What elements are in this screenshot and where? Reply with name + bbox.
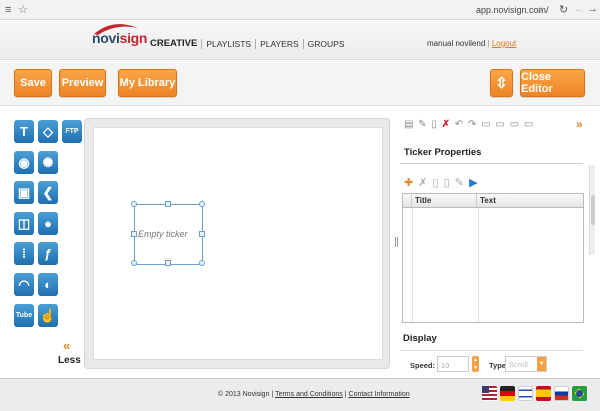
forward-icon[interactable]: → [587, 3, 598, 15]
shapes-widget-icon[interactable]: ● [38, 212, 58, 235]
nav-groups[interactable]: GROUPS [302, 39, 349, 49]
nav-playlists[interactable]: PLAYLISTS [201, 39, 255, 49]
ticker-widget-icon[interactable]: ⁞ [14, 242, 34, 265]
copyright: © 2013 Novisign [218, 391, 270, 398]
resize-handle[interactable] [199, 231, 205, 237]
ftp-widget-icon[interactable]: FTP [62, 120, 82, 143]
item-tool-icons[interactable]: ✗ ▯ ▯ ✎ [418, 177, 465, 189]
column-line [412, 208, 413, 322]
resize-handle[interactable] [199, 201, 205, 207]
back-icon[interactable]: ← [574, 3, 585, 15]
il-flag-icon[interactable] [518, 386, 533, 401]
page-footer: © 2013 Novisign | Terms and Conditions |… [0, 378, 600, 411]
resize-handle[interactable] [131, 231, 137, 237]
nav-players[interactable]: PLAYERS [255, 39, 303, 49]
editor-main: T ◇ FTP ◉ ✺ ▣ ❮ ◫ ● ⁞ ƒ ◠ ◐ Tube ☝ « Les… [0, 107, 600, 377]
less-arrows-icon[interactable]: « [63, 338, 70, 353]
us-flag-icon[interactable] [482, 386, 497, 401]
clock-widget-icon[interactable]: ◉ [14, 151, 34, 174]
speed-input[interactable]: 10 [437, 356, 469, 372]
user-separator: | [487, 39, 490, 48]
divider [400, 350, 583, 351]
address-bar-hash: # [538, 5, 544, 15]
menu-icon[interactable]: ≡ [5, 4, 11, 16]
speed-label: Speed: [410, 361, 436, 370]
nav-creative[interactable]: CREATIVE [150, 38, 201, 49]
panel-scrollbar[interactable] [589, 165, 595, 255]
footer-separator: | [271, 391, 274, 398]
3d-box-widget-icon[interactable]: ◇ [38, 120, 58, 143]
ticker-element[interactable]: Empty ticker [131, 201, 205, 266]
weather-widget-icon[interactable]: ✺ [38, 151, 58, 174]
edit-tools-icons[interactable]: ▤ ✎ ▯ [404, 119, 438, 130]
ticker-item-tools: ✚ ✗ ▯ ▯ ✎ ▶ [404, 176, 479, 189]
undo-redo-align-icons[interactable]: ↶ ↷ ▭ ▭ ▭ ▭ [455, 119, 534, 130]
type-selected-value: Scroll [509, 360, 528, 369]
es-flag-icon[interactable] [536, 386, 551, 401]
divider [400, 163, 583, 164]
user-area: manual novilend | Logout [427, 39, 516, 48]
contact-link[interactable]: Contact Information [349, 391, 410, 398]
fullscreen-icon[interactable]: ⇳ [490, 69, 513, 97]
collapse-panel-icon[interactable]: » [576, 117, 583, 131]
youtube-widget-icon[interactable]: Tube [14, 304, 34, 327]
properties-panel: ▤ ✎ ▯ ✗ ↶ ↷ ▭ ▭ ▭ ▭ » Ticker Properties … [400, 117, 595, 372]
canvas-frame [84, 118, 390, 369]
scrollbar-thumb[interactable] [591, 195, 595, 225]
de-flag-icon[interactable] [500, 386, 515, 401]
image-widget-icon[interactable]: ◫ [14, 212, 34, 235]
type-select[interactable]: Scroll ▼ [505, 356, 547, 372]
table-header-select [403, 194, 412, 208]
resize-handle[interactable] [199, 260, 205, 266]
resize-handle[interactable] [165, 260, 171, 266]
less-button[interactable]: Less [58, 355, 81, 366]
user-name: manual novilend [427, 39, 486, 48]
br-flag-icon[interactable] [572, 386, 587, 401]
main-nav: CREATIVE PLAYLISTS PLAYERS GROUPS [150, 38, 349, 49]
slideshow-widget-icon[interactable]: ❮ [38, 181, 58, 204]
footer-text: © 2013 Novisign | Terms and Conditions |… [218, 391, 410, 398]
close-editor-button[interactable]: Close Editor [520, 69, 585, 97]
browser-bar: ≡ ☆ app.novisign.com/ # ↻ ← → [0, 0, 600, 20]
edit-tools[interactable]: ▤ ✎ ▯ ✗ ↶ ↷ ▭ ▭ ▭ ▭ [404, 119, 534, 130]
resize-handle[interactable] [131, 260, 137, 266]
panel-splitter-icon[interactable] [395, 237, 398, 247]
my-library-button[interactable]: My Library [118, 69, 177, 97]
ticker-placeholder: Empty ticker [138, 229, 188, 239]
display-section-title: Display [403, 333, 437, 344]
preview-button[interactable]: Preview [59, 69, 106, 97]
app-header: novisign CREATIVE PLAYLISTS PLAYERS GROU… [0, 20, 600, 60]
table-header-title[interactable]: Title [412, 194, 477, 208]
chevron-down-icon[interactable]: ▼ [537, 357, 546, 371]
rss-widget-icon[interactable]: ◠ [14, 273, 34, 296]
resize-handle[interactable] [165, 201, 171, 207]
terms-link[interactable]: Terms and Conditions [275, 391, 343, 398]
speed-stepper[interactable]: ▲ ▼ [472, 356, 479, 372]
add-item-icon[interactable]: ✚ [404, 177, 414, 189]
save-button[interactable]: Save [14, 69, 52, 97]
video-widget-icon[interactable]: ▣ [14, 181, 34, 204]
bookmark-star-icon[interactable]: ☆ [18, 3, 28, 16]
delete-icon[interactable]: ✗ [442, 119, 451, 130]
footer-separator: | [344, 391, 347, 398]
web-widget-icon[interactable]: ◐ [38, 273, 58, 296]
logo-swoosh-icon [94, 24, 138, 35]
touch-widget-icon[interactable]: ☝ [38, 304, 58, 327]
text-widget-icon[interactable]: T [14, 120, 34, 143]
table-header-text[interactable]: Text [477, 194, 583, 208]
ticker-items-table: Title Text [402, 193, 584, 323]
flash-widget-icon[interactable]: ƒ [38, 242, 58, 265]
resize-handle[interactable] [131, 201, 137, 207]
panel-title: Ticker Properties [404, 147, 482, 158]
novisign-logo[interactable]: novisign [92, 24, 147, 46]
table-header: Title Text [403, 194, 583, 208]
editor-toolbar: Save Preview My Library ⇳ Close Editor [0, 61, 600, 106]
reload-icon[interactable]: ↻ [559, 3, 568, 16]
ru-flag-icon[interactable] [554, 386, 569, 401]
column-line [478, 208, 479, 322]
logout-link[interactable]: Logout [492, 39, 516, 48]
play-icon[interactable]: ▶ [469, 177, 478, 189]
